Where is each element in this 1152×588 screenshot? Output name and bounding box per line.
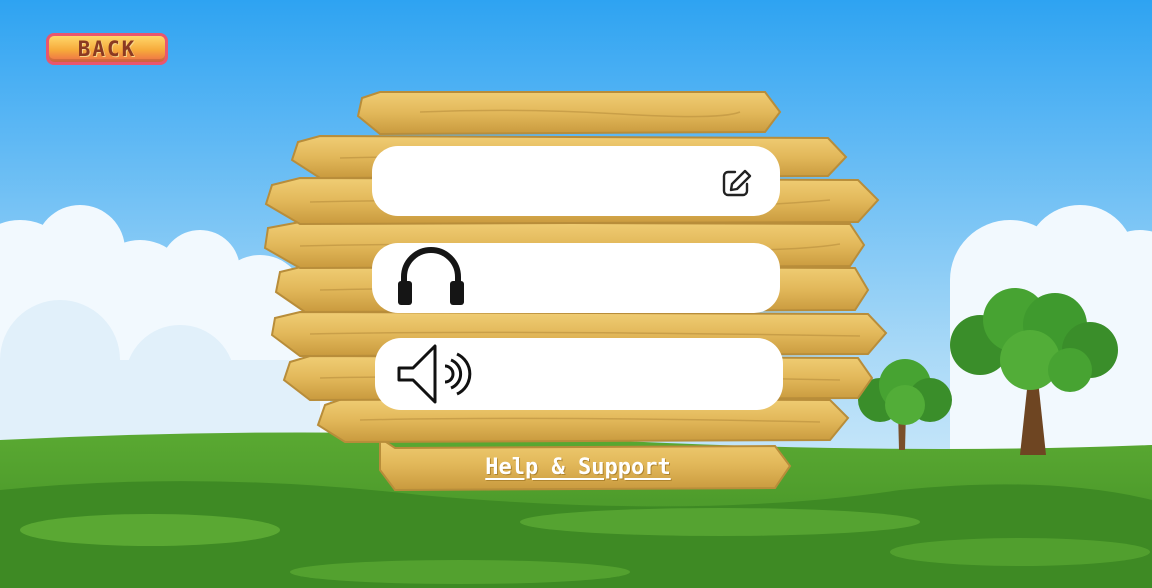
speaker-icon bbox=[395, 342, 475, 410]
edit-icon[interactable] bbox=[721, 168, 753, 202]
sound-volume-field[interactable] bbox=[375, 338, 783, 410]
back-button-label: BACK bbox=[77, 37, 137, 61]
back-button[interactable]: BACK bbox=[46, 33, 168, 65]
help-support-link[interactable]: Help & Support bbox=[384, 448, 772, 486]
headphones-icon bbox=[396, 247, 466, 311]
profile-name-field[interactable] bbox=[372, 146, 780, 216]
music-volume-field[interactable] bbox=[372, 243, 780, 313]
